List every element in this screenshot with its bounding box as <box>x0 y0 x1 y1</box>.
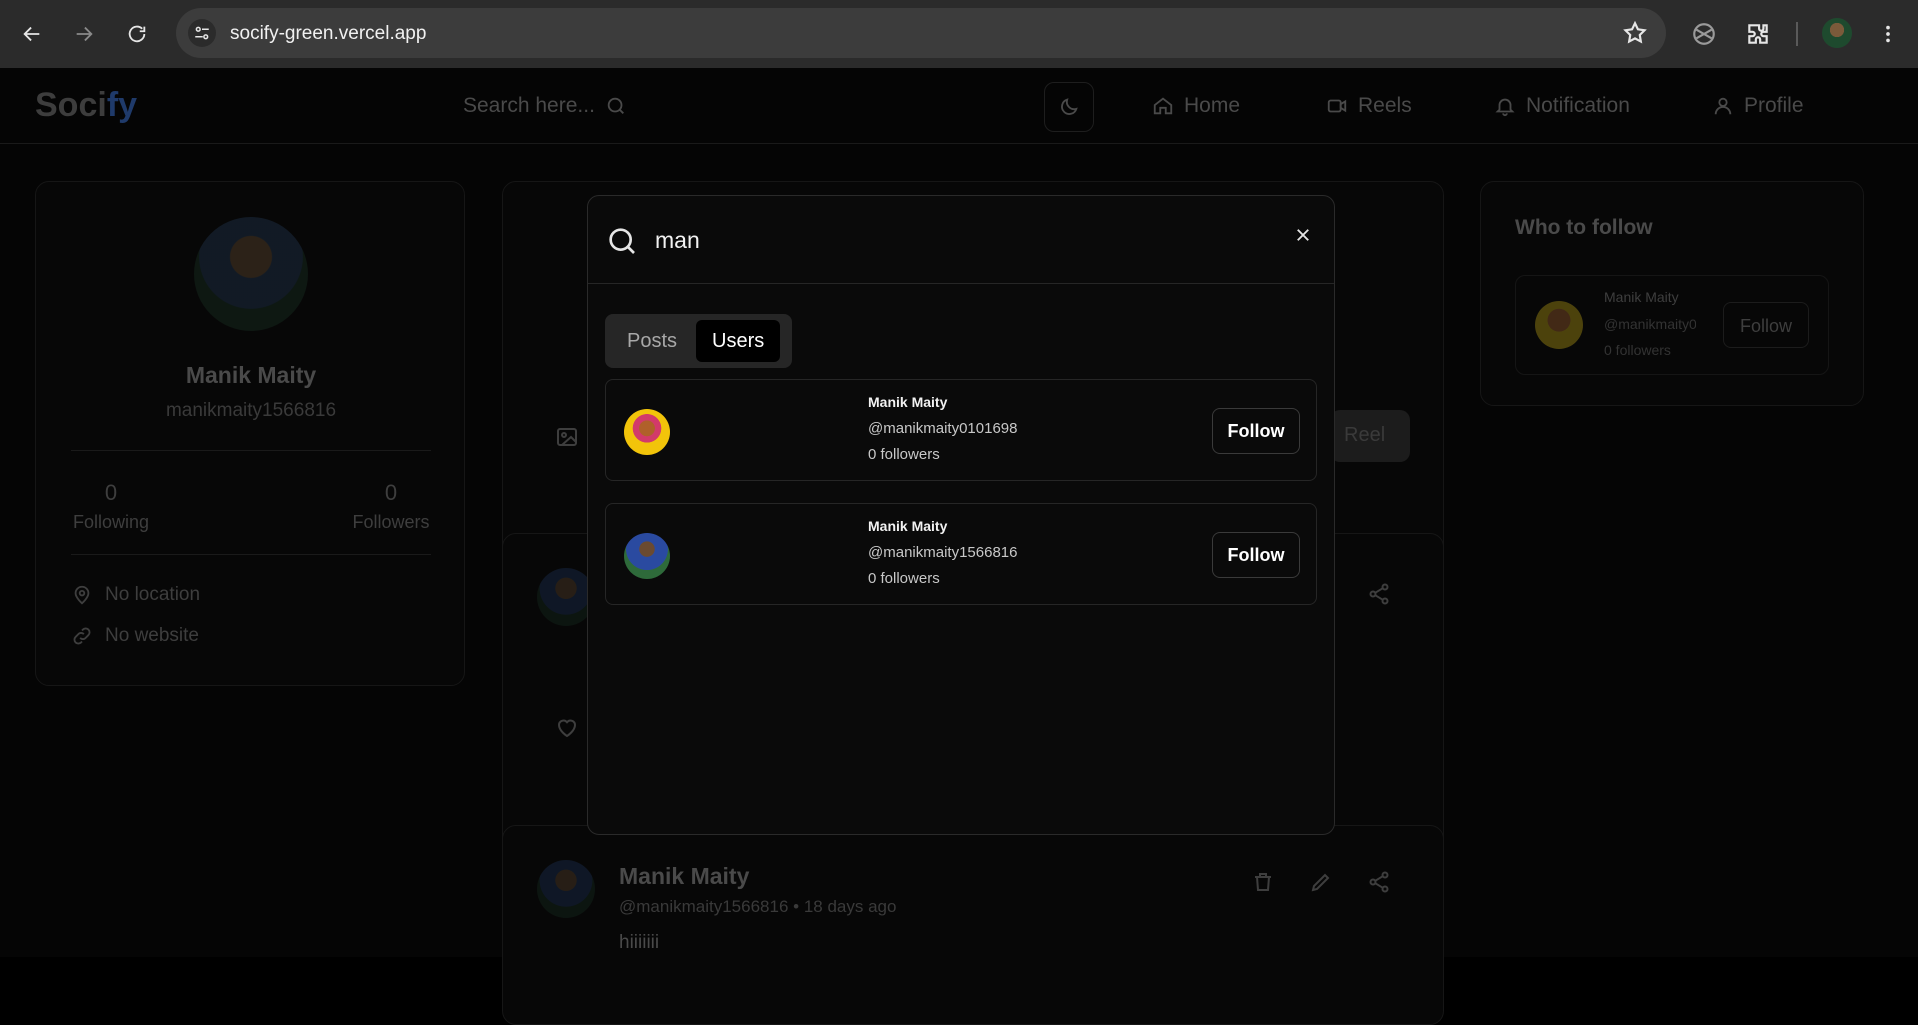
post-author-name[interactable]: Manik Maity <box>619 863 749 890</box>
search-tabs: Posts Users <box>605 314 792 368</box>
post-meta: @manikmaity1566816 • 18 days ago <box>619 897 897 916</box>
extensions-puzzle-icon[interactable] <box>1740 16 1776 52</box>
browser-profile-avatar[interactable] <box>1822 18 1852 48</box>
suggested-user-followers: 0 followers <box>1604 342 1671 358</box>
site-settings-icon[interactable] <box>188 19 216 47</box>
tab-users[interactable]: Users <box>696 320 781 362</box>
nav-profile[interactable]: Profile <box>1712 94 1804 118</box>
link-icon <box>73 627 91 645</box>
search-icon <box>609 228 635 254</box>
suggested-follow-button[interactable]: Follow <box>1723 302 1809 348</box>
more-menu-icon[interactable] <box>1870 16 1906 52</box>
user-handle: @manikmaity1566816 <box>868 544 1018 561</box>
user-avatar[interactable] <box>624 533 670 579</box>
user-avatar[interactable] <box>624 409 670 455</box>
user-name[interactable]: Manik Maity <box>868 518 947 534</box>
bell-icon <box>1495 98 1515 117</box>
close-icon[interactable] <box>1288 220 1318 250</box>
user-result[interactable]: Manik Maity @manikmaity0101698 0 followe… <box>605 379 1317 481</box>
user-result[interactable]: Manik Maity @manikmaity1566816 0 followe… <box>605 503 1317 605</box>
nav-home[interactable]: Home <box>1152 94 1240 118</box>
follow-button[interactable]: Follow <box>1212 408 1300 454</box>
image-icon[interactable] <box>555 425 579 449</box>
divider <box>71 450 431 451</box>
browser-chrome: socify-green.vercel.app <box>0 0 1918 68</box>
suggested-user-avatar[interactable] <box>1535 301 1583 349</box>
user-followers: 0 followers <box>868 570 940 587</box>
nav-reels[interactable]: Reels <box>1326 94 1412 118</box>
trash-icon[interactable] <box>1251 870 1275 894</box>
header-search[interactable]: Search here... <box>463 94 627 118</box>
nav-notification[interactable]: Notification <box>1494 94 1630 118</box>
tab-posts[interactable]: Posts <box>611 320 693 362</box>
suggested-user-handle: @manikmaity0 <box>1604 316 1696 332</box>
add-reel-button[interactable]: Reel <box>1330 410 1410 462</box>
post-card <box>502 825 1444 1025</box>
moon-icon <box>1061 98 1078 115</box>
profile-avatar[interactable] <box>194 217 308 331</box>
location-pin-icon <box>74 585 90 605</box>
user-followers: 0 followers <box>868 446 940 463</box>
post-author-avatar[interactable] <box>537 860 595 918</box>
user-icon <box>1714 97 1732 115</box>
bookmark-star-icon[interactable] <box>1622 20 1648 46</box>
who-to-follow-title: Who to follow <box>1515 216 1653 239</box>
header-search-placeholder: Search here... <box>463 94 595 117</box>
profile-name: Manik Maity <box>185 362 317 388</box>
post-body: hiiiiiii <box>619 932 660 953</box>
share-icon[interactable] <box>1367 870 1391 894</box>
address-bar[interactable]: socify-green.vercel.app <box>176 8 1666 58</box>
user-handle: @manikmaity0101698 <box>868 420 1018 437</box>
theme-toggle-button[interactable] <box>1044 82 1094 132</box>
followers-stat[interactable]: 0 Followers <box>346 480 436 533</box>
search-modal: Posts Users Manik Maity @manikmaity01016… <box>587 195 1335 835</box>
reload-icon[interactable] <box>119 16 155 52</box>
profile-username: manikmaity1566816 <box>165 400 337 421</box>
divider <box>71 554 431 555</box>
share-icon[interactable] <box>1367 582 1391 606</box>
forward-icon[interactable] <box>66 16 102 52</box>
user-name[interactable]: Manik Maity <box>868 394 947 410</box>
url-text[interactable]: socify-green.vercel.app <box>230 23 426 45</box>
edit-pencil-icon[interactable] <box>1309 870 1333 894</box>
suggested-user-name[interactable]: Manik Maity <box>1604 289 1679 305</box>
back-icon[interactable] <box>14 16 50 52</box>
video-icon <box>1327 99 1347 113</box>
extension-icon[interactable] <box>1686 16 1722 52</box>
search-input[interactable] <box>655 227 1175 254</box>
toolbar-divider <box>1796 22 1798 46</box>
search-modal-header <box>588 196 1334 284</box>
follow-button[interactable]: Follow <box>1212 532 1300 578</box>
following-stat[interactable]: 0 Following <box>71 480 151 533</box>
heart-icon[interactable] <box>555 716 579 740</box>
profile-website: No website <box>71 625 199 647</box>
search-icon <box>607 97 624 114</box>
app-header: Socify Search here... Home Reels Notific… <box>0 68 1918 144</box>
profile-location: No location <box>71 584 200 606</box>
profile-card: Manik Maity manikmaity1566816 0 Followin… <box>35 181 465 686</box>
home-icon <box>1153 97 1173 115</box>
app-logo[interactable]: Socify <box>35 86 137 125</box>
